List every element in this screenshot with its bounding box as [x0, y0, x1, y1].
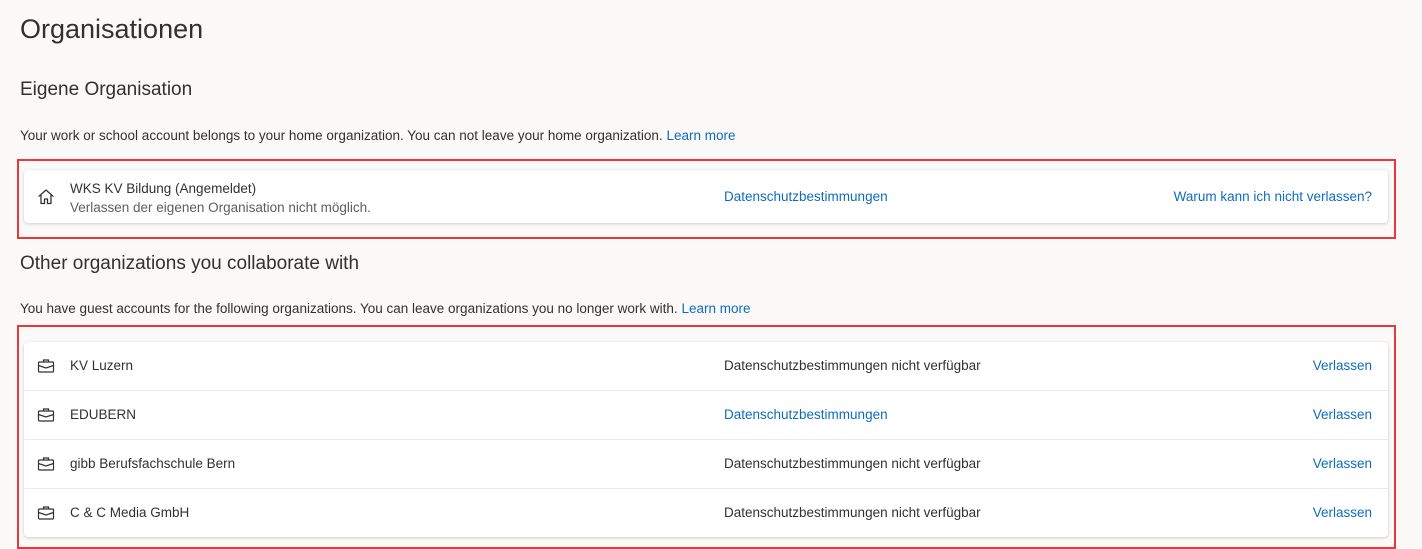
home-org-privacy-link[interactable]: Datenschutzbestimmungen: [724, 189, 888, 204]
why-cant-leave-link[interactable]: Warum kann ich nicht verlassen?: [1174, 189, 1372, 204]
leave-org-link[interactable]: Verlassen: [1313, 456, 1372, 471]
org-name: C & C Media GmbH: [70, 505, 190, 520]
org-row-3: C & C Media GmbH Datenschutzbestimmungen…: [24, 489, 1388, 537]
home-org-subtitle: Verlassen der eigenen Organisation nicht…: [70, 200, 371, 215]
org-privacy-unavailable: Datenschutzbestimmungen nicht verfügbar: [724, 505, 981, 520]
page-title: Organisationen: [20, 14, 204, 44]
org-privacy-link[interactable]: Datenschutzbestimmungen: [724, 407, 888, 422]
others-orgs-card: KV Luzern Datenschutzbestimmungen nicht …: [24, 342, 1388, 537]
others-description: You have guest accounts for the followin…: [20, 301, 751, 316]
home-icon: [36, 187, 56, 207]
others-description-text: You have guest accounts for the followin…: [20, 301, 678, 316]
org-name: EDUBERN: [70, 407, 137, 422]
briefcase-icon: [36, 405, 56, 425]
home-org-card: WKS KV Bildung (Angemeldet) Verlassen de…: [24, 170, 1388, 223]
org-row-0: KV Luzern Datenschutzbestimmungen nicht …: [24, 342, 1388, 391]
others-learn-more-link[interactable]: Learn more: [681, 301, 750, 316]
org-row-1: EDUBERN Datenschutzbestimmungen Verlasse…: [24, 391, 1388, 440]
briefcase-icon: [36, 503, 56, 523]
home-org-row: WKS KV Bildung (Angemeldet) Verlassen de…: [24, 170, 1388, 223]
briefcase-icon: [36, 356, 56, 376]
home-org-name: WKS KV Bildung (Angemeldet): [70, 181, 257, 196]
leave-org-link[interactable]: Verlassen: [1313, 505, 1372, 520]
org-name: gibb Berufsfachschule Bern: [70, 456, 236, 471]
home-description-text: Your work or school account belongs to y…: [20, 128, 663, 143]
leave-org-link[interactable]: Verlassen: [1313, 407, 1372, 422]
briefcase-icon: [36, 454, 56, 474]
org-privacy-unavailable: Datenschutzbestimmungen nicht verfügbar: [724, 358, 981, 373]
others-section-title: Other organizations you collaborate with: [20, 253, 360, 274]
org-row-2: gibb Berufsfachschule Bern Datenschutzbe…: [24, 440, 1388, 489]
home-section-title: Eigene Organisation: [20, 79, 193, 100]
org-privacy-unavailable: Datenschutzbestimmungen nicht verfügbar: [724, 456, 981, 471]
leave-org-link[interactable]: Verlassen: [1313, 358, 1372, 373]
home-description: Your work or school account belongs to y…: [20, 128, 735, 143]
home-learn-more-link[interactable]: Learn more: [666, 128, 735, 143]
home-org-info: WKS KV Bildung (Angemeldet) Verlassen de…: [70, 179, 371, 217]
org-name: KV Luzern: [70, 358, 134, 373]
